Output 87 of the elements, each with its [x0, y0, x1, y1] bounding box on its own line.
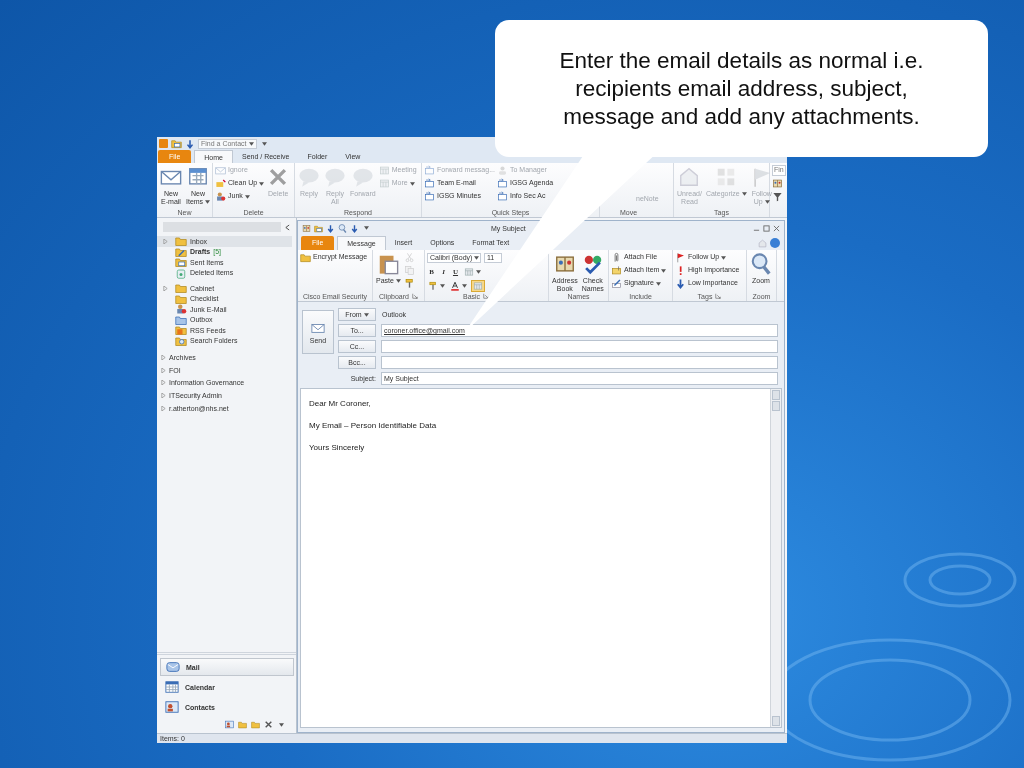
magnifier-icon [750, 253, 772, 275]
expand-arrow-icon[interactable] [161, 393, 166, 399]
address-field[interactable] [381, 356, 778, 369]
person-block-icon [175, 303, 187, 316]
speech-bubble-icon [324, 166, 346, 188]
speech-bubble-icon [298, 166, 320, 188]
close-icon[interactable] [773, 224, 780, 232]
address-book-icon [772, 178, 783, 189]
contact-card-icon [165, 700, 179, 714]
caret-icon [440, 283, 445, 288]
funnel-icon [772, 191, 783, 202]
down-arrow-icon [675, 278, 686, 289]
mail-icon [166, 660, 180, 674]
list-button[interactable] [463, 266, 482, 277]
envelope-icon [215, 165, 226, 176]
highlight-button[interactable] [427, 280, 446, 291]
grid-icon [464, 266, 474, 277]
grid-icon [378, 178, 390, 189]
font-color-icon [450, 280, 460, 291]
flag-icon [675, 252, 686, 263]
down-arrow-icon [350, 223, 359, 233]
folder-icon [175, 292, 187, 305]
expand-arrow-icon[interactable] [161, 406, 166, 412]
tool-button[interactable] [403, 278, 415, 289]
help-icon[interactable] [770, 238, 780, 248]
trash-icon [175, 266, 187, 279]
grid-icon [473, 280, 483, 291]
address-book-icon [553, 253, 576, 275]
copy-icon [403, 265, 415, 276]
font-color-button[interactable] [449, 280, 468, 291]
caret-icon [248, 141, 254, 146]
expand-arrow-icon[interactable] [161, 380, 166, 386]
folder-icon [175, 313, 187, 326]
magnifier-icon [338, 223, 347, 233]
down-arrow-icon [185, 138, 195, 149]
caret-icon [261, 141, 267, 146]
body-text: My Email – Person Identifiable Data [309, 421, 438, 432]
paperclip-icon [611, 252, 622, 263]
folder-envelope-icon [175, 256, 187, 269]
expand-arrow-icon[interactable] [163, 238, 168, 244]
caret-icon [476, 269, 481, 274]
message-body[interactable]: Dear Mr Coroner, My Email – Person Identifiable Data Yours Sincerely [300, 388, 782, 728]
rss-folder-icon [175, 324, 187, 337]
expand-arrow-icon[interactable] [161, 354, 166, 360]
caret-icon [462, 283, 467, 288]
expand-arrow-icon[interactable] [163, 285, 168, 291]
collapse-icon[interactable] [285, 223, 290, 231]
expand-arrow-icon[interactable] [161, 367, 166, 373]
address-book-icon [302, 223, 311, 233]
folder-icon [175, 282, 187, 295]
caret-icon [363, 312, 369, 317]
brush-icon [403, 278, 415, 289]
caret-icon [474, 255, 480, 260]
speech-bubble-icon [351, 166, 374, 188]
scrollbar[interactable] [770, 389, 781, 727]
folder-envelope-icon [171, 138, 182, 149]
envelope-clip-icon [611, 265, 622, 276]
caret-icon [279, 722, 284, 727]
clipboard-icon [377, 253, 400, 275]
search-folder-icon [175, 334, 187, 347]
folder-envelope-icon [314, 223, 323, 233]
dialog-launcher-icon[interactable] [483, 293, 490, 299]
address-field[interactable] [381, 340, 778, 353]
dialog-launcher-icon[interactable] [715, 293, 722, 299]
app-logo-icon [159, 139, 168, 148]
body-text: Yours Sincerely [309, 443, 366, 454]
pen-icon [611, 278, 622, 289]
folder-icon [175, 235, 187, 248]
calendar-icon [165, 680, 179, 694]
grid-icon [378, 165, 390, 176]
folder-pen-icon [175, 245, 187, 258]
caret-icon [364, 226, 369, 230]
scissors-icon [403, 252, 415, 263]
callout-text: Enter the email details as normal i.e. recipients email address, subject, message and add any attachments. [558, 46, 925, 131]
person-icon [496, 165, 508, 176]
align-button[interactable] [471, 279, 485, 292]
dialog-launcher-icon[interactable] [412, 293, 418, 299]
broom-icon [215, 178, 226, 189]
person-block-icon [215, 191, 226, 202]
body-text: Dear Mr Coroner, [309, 399, 372, 410]
calendar-icon [187, 166, 210, 188]
x-mark-icon [264, 720, 273, 729]
brush-icon [428, 280, 438, 291]
maximize-icon[interactable] [763, 224, 770, 232]
folder-icon [300, 252, 311, 263]
down-arrow-icon [326, 223, 335, 233]
contact-card-icon [225, 720, 234, 729]
